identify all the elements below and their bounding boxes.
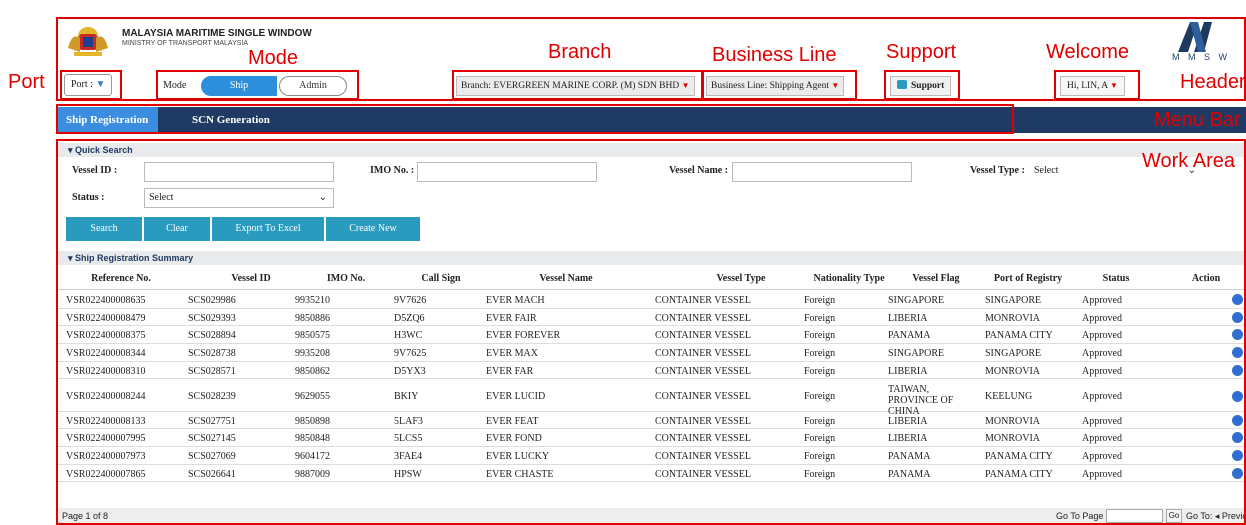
menu-bar-annotation-label: Menu Bar (1154, 109, 1241, 131)
work-area-annotation-box (56, 139, 1246, 525)
branch-annotation-label: Branch (548, 41, 612, 63)
mode-annotation-label: Mode (248, 47, 299, 69)
menu-bar-annotation-box (56, 104, 1014, 134)
welcome-annotation-box (1054, 70, 1140, 100)
business-line-annotation-label: Business Line (712, 44, 837, 66)
header-annotation-label: Header (1180, 71, 1246, 93)
business-line-annotation-box (702, 70, 857, 100)
port-annotation-box (60, 70, 122, 100)
port-annotation-label: Port (8, 71, 45, 93)
welcome-annotation-label: Welcome (1046, 41, 1129, 63)
support-annotation-box (884, 70, 960, 100)
mode-annotation-box (156, 70, 359, 100)
support-annotation-label: Support (886, 41, 957, 63)
branch-annotation-box (452, 70, 703, 100)
work-area-annotation-label: Work Area (1142, 150, 1235, 172)
